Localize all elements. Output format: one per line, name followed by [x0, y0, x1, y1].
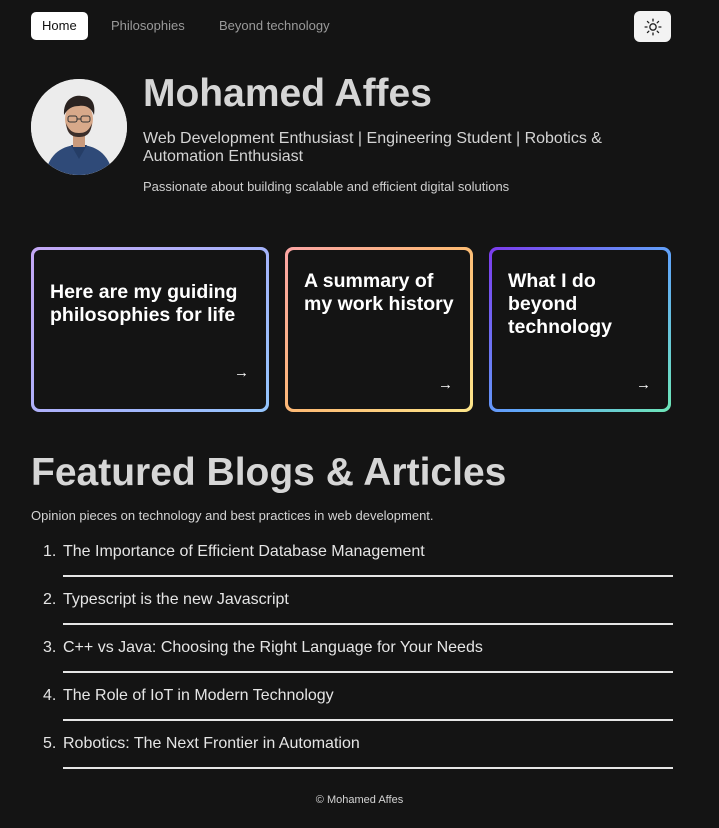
nav-philosophies[interactable]: Philosophies — [111, 12, 185, 40]
arrow-right-icon: → — [234, 364, 249, 381]
card-philosophies[interactable]: Here are my guiding philosophies for lif… — [31, 247, 269, 412]
list-item-number: 3. — [43, 639, 57, 656]
card-work-history[interactable]: A summary of my work history → — [285, 247, 473, 412]
footer-copyright: © Mohamed Affes — [315, 794, 404, 806]
avatar — [31, 79, 127, 175]
theme-toggle-button[interactable] — [634, 11, 671, 42]
blogs-heading: Featured Blogs & Articles — [31, 451, 507, 494]
list-item-number: 1. — [43, 543, 57, 560]
blog-link[interactable]: The Role of IoT in Modern Technology — [63, 687, 334, 705]
card-title: Here are my guiding philosophies for lif… — [50, 281, 238, 326]
arrow-right-icon: → — [438, 376, 453, 393]
list-item[interactable]: 4. The Role of IoT in Modern Technology — [43, 687, 673, 721]
profile-photo — [31, 79, 127, 175]
list-item-number: 2. — [43, 591, 57, 608]
blog-link[interactable]: Robotics: The Next Frontier in Automatio… — [63, 735, 360, 753]
arrow-right-icon: → — [636, 376, 651, 393]
sun-icon — [643, 17, 662, 36]
hero-description: Passionate about building scalable and e… — [143, 179, 510, 194]
top-nav: Home Philosophies Beyond technology — [31, 11, 671, 42]
blog-link[interactable]: The Importance of Efficient Database Man… — [63, 543, 425, 561]
blogs-subtitle: Opinion pieces on technology and best pr… — [31, 508, 434, 523]
list-item[interactable]: 5. Robotics: The Next Frontier in Automa… — [43, 735, 673, 769]
hero-name: Mohamed Affes — [143, 72, 432, 115]
card-title: A summary of my work history — [304, 270, 454, 315]
list-item[interactable]: 1. The Importance of Efficient Database … — [43, 543, 673, 577]
blog-link[interactable]: Typescript is the new Javascript — [63, 591, 289, 609]
list-item[interactable]: 2. Typescript is the new Javascript — [43, 591, 673, 625]
card-beyond-technology[interactable]: What I do beyond technology → — [489, 247, 671, 412]
list-item-number: 5. — [43, 735, 57, 752]
nav-home[interactable]: Home — [31, 12, 88, 40]
list-item-number: 4. — [43, 687, 57, 704]
nav-beyond-technology[interactable]: Beyond technology — [219, 12, 330, 40]
card-title: What I do beyond technology — [508, 270, 613, 338]
hero-tagline: Web Development Enthusiast | Engineering… — [143, 130, 602, 165]
list-item[interactable]: 3. C++ vs Java: Choosing the Right Langu… — [43, 639, 673, 673]
blog-link[interactable]: C++ vs Java: Choosing the Right Language… — [63, 639, 483, 657]
